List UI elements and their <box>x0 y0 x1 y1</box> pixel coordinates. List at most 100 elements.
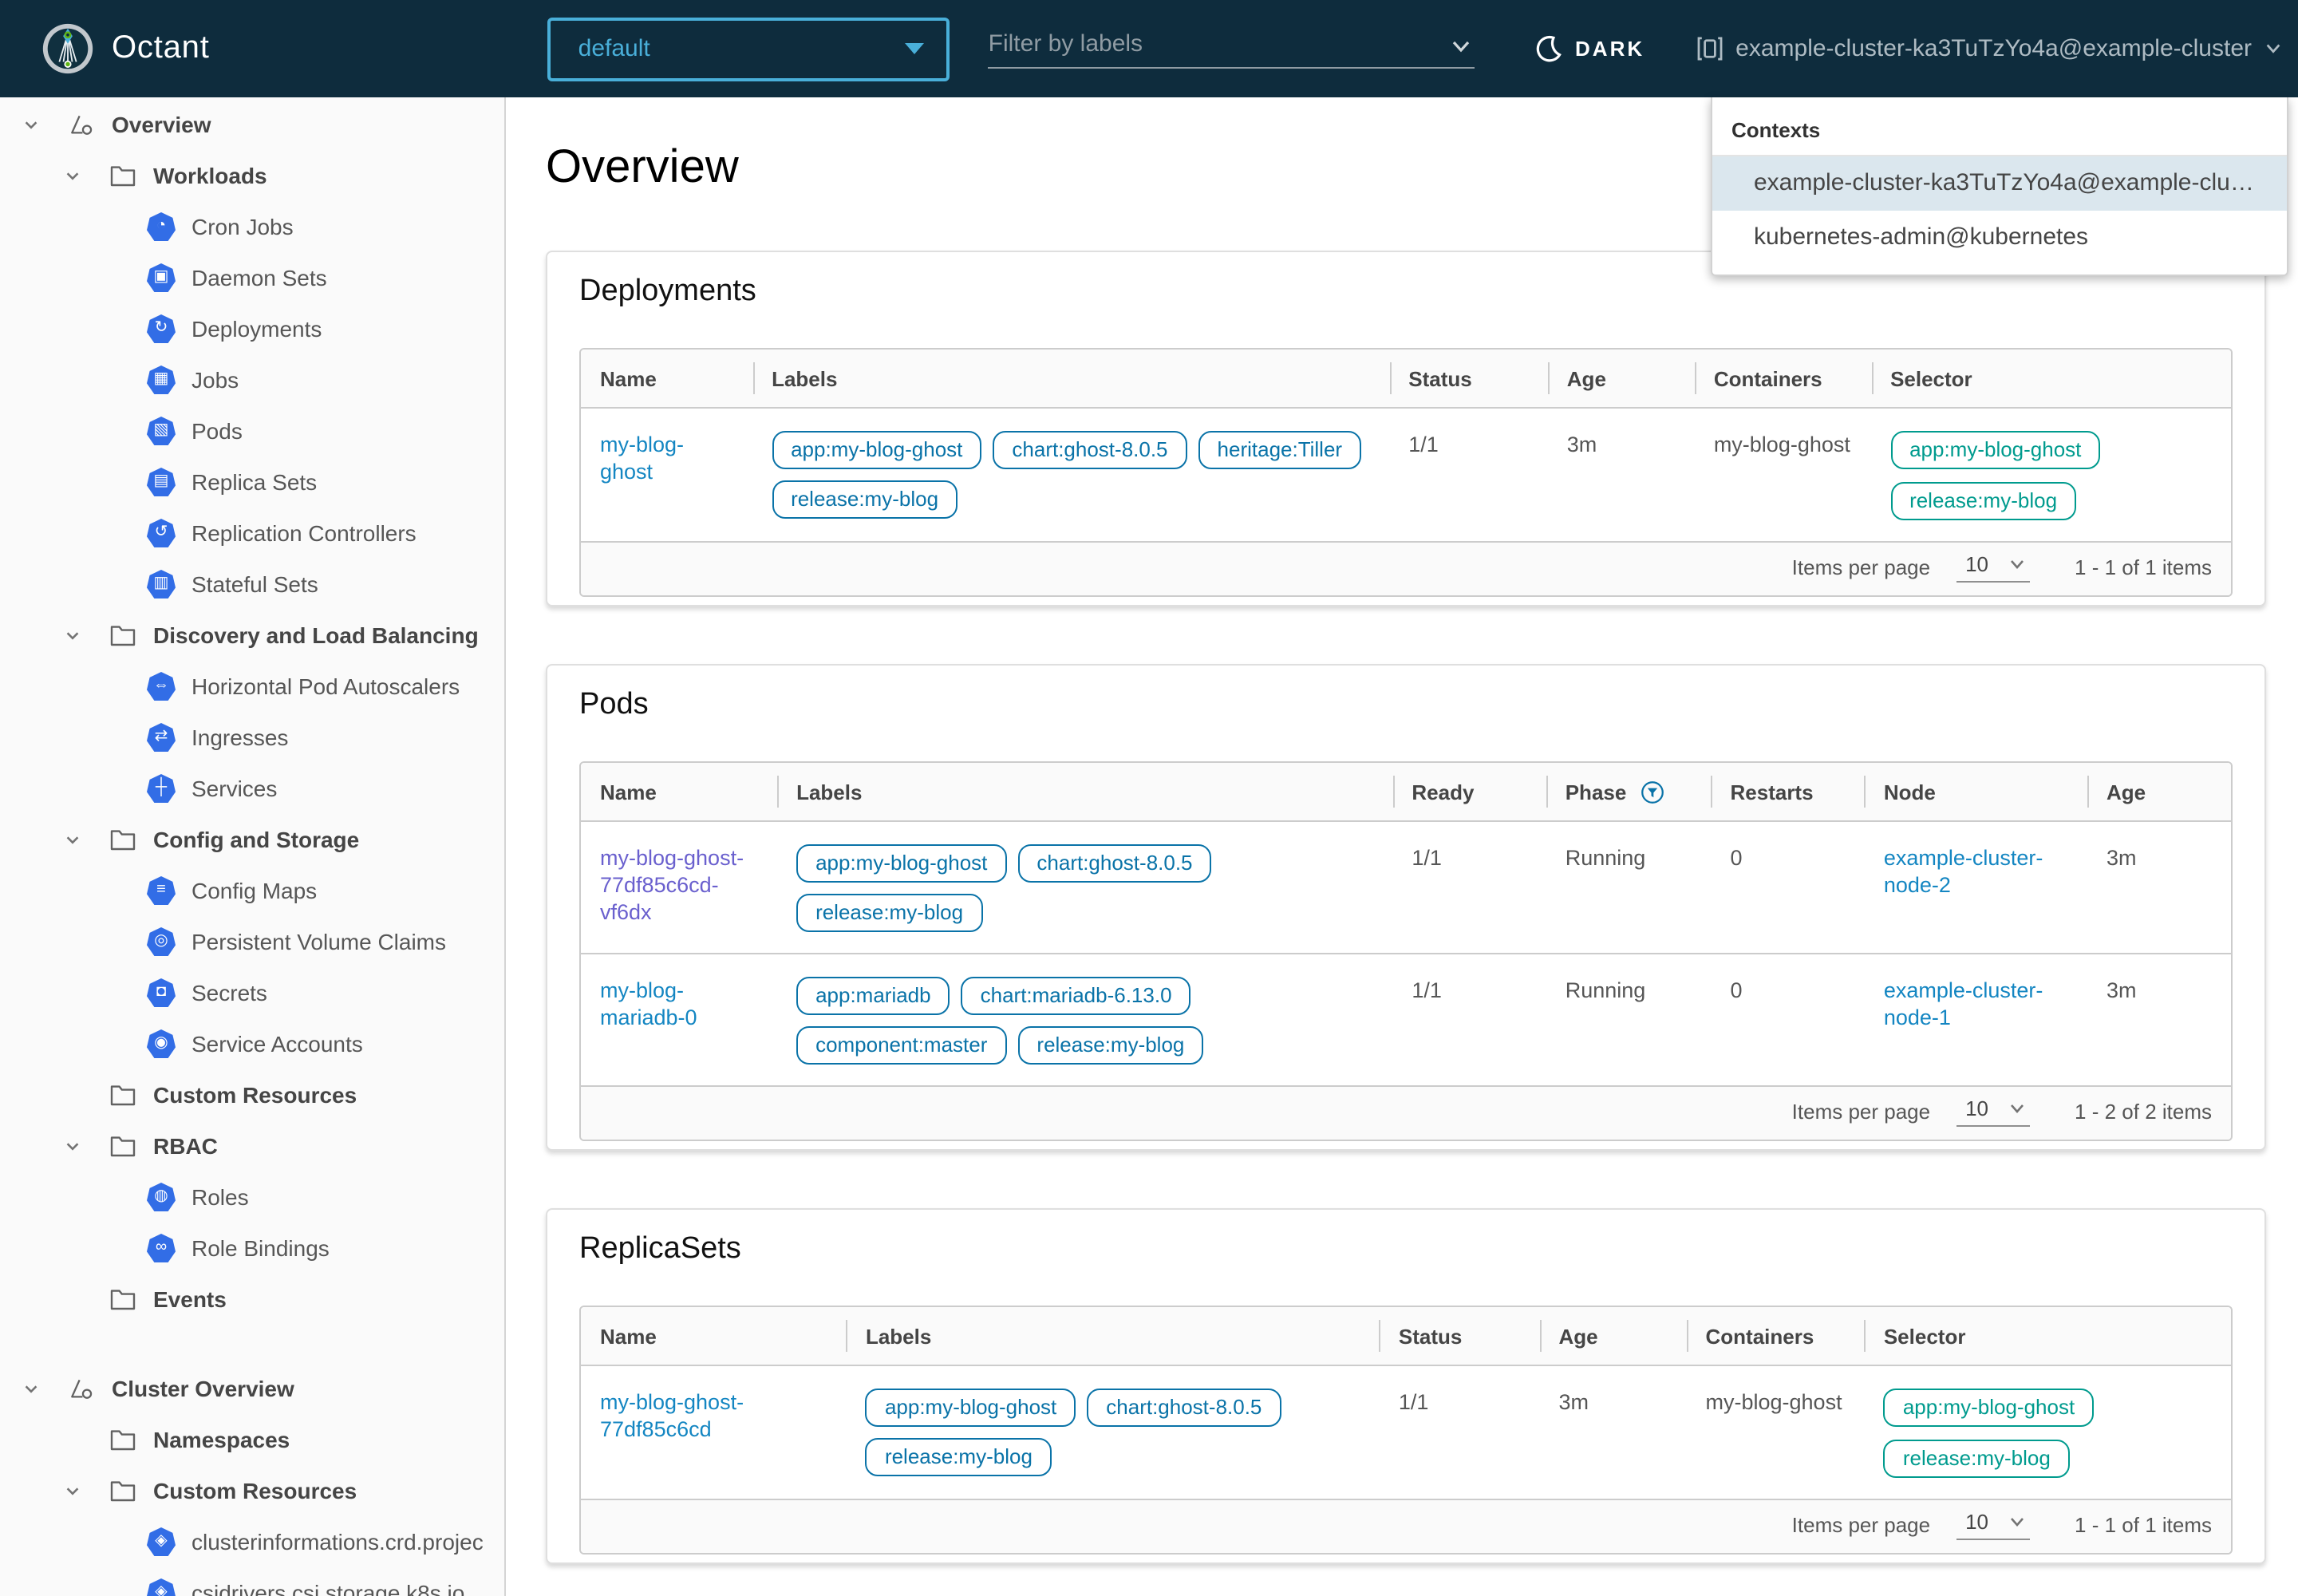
items-per-page-select[interactable]: 10 <box>1956 1096 2030 1127</box>
services-icon: ┼ <box>147 774 176 803</box>
table-footer: Items per page101 - 2 of 2 items <box>581 1085 2231 1140</box>
chevron-down-icon[interactable] <box>19 116 41 133</box>
card-replicasets: ReplicaSetsNameLabelsStatusAgeContainers… <box>546 1208 2266 1564</box>
octant-logo-icon <box>41 22 94 75</box>
sidebar-item-rbac[interactable]: RBAC <box>0 1120 504 1171</box>
sidebar-item-horizontal-pod-autoscalers[interactable]: ⇔Horizontal Pod Autoscalers <box>0 661 504 712</box>
chevron-down-icon[interactable] <box>61 167 83 184</box>
sidebar-item-jobs[interactable]: ▦Jobs <box>0 354 504 405</box>
sidebar-item-label: Roles <box>192 1184 249 1210</box>
sidebar-item-discovery-and-load-balancing[interactable]: Discovery and Load Balancing <box>0 610 504 661</box>
column-header-label: Selector <box>1884 1325 1966 1349</box>
sidebar-item-secrets[interactable]: ◘Secrets <box>0 967 504 1018</box>
sidebar-item-label: Cron Jobs <box>192 214 294 239</box>
sidebar-item-label: Namespaces <box>153 1427 290 1452</box>
cell-labels: app:my-blog-ghostchart:ghost-8.0.5herita… <box>752 409 1389 541</box>
sidebar-item-pods[interactable]: ▧Pods <box>0 405 504 456</box>
column-header-name: Name <box>581 1307 847 1365</box>
filter-icon[interactable] <box>1641 780 1664 804</box>
chevron-down-icon[interactable] <box>61 1482 83 1499</box>
column-header-label: Age <box>2106 780 2146 804</box>
sidebar-item-label: Config Maps <box>192 878 317 903</box>
resource-link[interactable]: my-blog-mariadb-0 <box>600 978 697 1029</box>
items-per-page-select[interactable]: 10 <box>1956 1510 2030 1540</box>
context-menu-item[interactable]: kubernetes-admin@kubernetes <box>1712 211 2287 265</box>
column-header-status: Status <box>1389 350 1548 407</box>
column-header-name: Name <box>581 763 777 820</box>
folder-icon <box>109 1476 137 1505</box>
sidebar-item-ingresses[interactable]: ⇄Ingresses <box>0 712 504 763</box>
chevron-down-icon[interactable] <box>61 1137 83 1155</box>
cell-selector: app:my-blog-ghostrelease:my-blog <box>1865 1366 2229 1499</box>
sidebar-item-daemon-sets[interactable]: ▣Daemon Sets <box>0 252 504 303</box>
cell-phase: Running <box>1546 954 1712 1085</box>
dark-mode-toggle[interactable]: DARK <box>1535 35 1645 62</box>
sidebar-item-replication-controllers[interactable]: ↺Replication Controllers <box>0 508 504 559</box>
section-title: Deployments <box>579 275 2233 310</box>
sidebar-item-clusterinformations-crd-projec[interactable]: ◈clusterinformations.crd.projec <box>0 1516 504 1567</box>
chevron-down-icon[interactable] <box>1451 38 1475 57</box>
cell-age: 3m <box>2087 822 2231 953</box>
sidebar-item-custom-resources[interactable]: Custom Resources <box>0 1465 504 1516</box>
sidebar-item-label: Config and Storage <box>153 827 359 852</box>
caret-down-icon <box>906 43 925 54</box>
daemon-sets-icon: ▣ <box>147 263 176 292</box>
app-title: Octant <box>112 30 210 67</box>
cell-text: Running <box>1566 846 1646 870</box>
chevron-down-icon[interactable] <box>19 1380 41 1397</box>
sidebar-item-persistent-volume-claims[interactable]: ◎Persistent Volume Claims <box>0 916 504 967</box>
sidebar-item-custom-resources[interactable]: Custom Resources <box>0 1069 504 1120</box>
sidebar-item-label: Secrets <box>192 980 267 1005</box>
cell-selector: app:my-blog-ghostrelease:my-blog <box>1871 409 2231 541</box>
context-switcher[interactable]: example-cluster-ka3TuTzYo4a@example-clus… <box>1696 35 2288 62</box>
label-chip: chart:ghost-8.0.5 <box>1087 1389 1281 1427</box>
sidebar-item-csidrivers-csi-storage-k8s-io[interactable]: ◈csidrivers.csi.storage.k8s.io <box>0 1567 504 1596</box>
sidebar-item-cron-jobs[interactable]: ◔Cron Jobs <box>0 201 504 252</box>
sidebar-item-namespaces[interactable]: Namespaces <box>0 1414 504 1465</box>
sidebar-item-label: Pods <box>192 418 243 444</box>
sidebar-item-stateful-sets[interactable]: ▥Stateful Sets <box>0 559 504 610</box>
sidebar-item-events[interactable]: Events <box>0 1274 504 1325</box>
sidebar-item-label: Custom Resources <box>153 1082 357 1108</box>
sidebar-item-label: Discovery and Load Balancing <box>153 622 479 648</box>
octant-app: Octant default DARK <box>0 0 2298 1596</box>
sidebar-item-config-maps[interactable]: ≡Config Maps <box>0 865 504 916</box>
resource-link[interactable]: example-cluster-node-1 <box>1884 978 2043 1029</box>
label-filter-input[interactable] <box>989 30 1451 57</box>
sidebar-item-replica-sets[interactable]: ▤Replica Sets <box>0 456 504 508</box>
cell-age: 3m <box>2087 954 2231 1085</box>
cell-text: 3m <box>1567 433 1597 456</box>
resource-link[interactable]: example-cluster-node-2 <box>1884 846 2043 897</box>
sidebar-item-overview[interactable]: Overview <box>0 99 504 150</box>
selector-chip: release:my-blog <box>1890 482 2076 520</box>
items-per-page-select[interactable]: 10 <box>1956 552 2030 583</box>
sidebar-item-label: RBAC <box>153 1133 218 1159</box>
chevron-down-icon[interactable] <box>61 831 83 848</box>
sidebar-item-label: Cluster Overview <box>112 1376 294 1401</box>
folder-icon <box>109 825 137 854</box>
label-chip: release:my-blog <box>1017 1026 1203 1065</box>
column-header-label: Status <box>1399 1325 1462 1349</box>
column-header-label: Age <box>1558 1325 1597 1349</box>
chevron-down-icon <box>2009 1515 2025 1528</box>
sidebar-item-services[interactable]: ┼Services <box>0 763 504 814</box>
cell-text: my-blog-ghost <box>1714 433 1850 456</box>
namespace-selector[interactable]: default <box>548 17 950 81</box>
column-header-containers: Containers <box>1695 350 1871 407</box>
sidebar-item-cluster-overview[interactable]: Cluster Overview <box>0 1363 504 1414</box>
resource-link[interactable]: my-blog-ghost <box>600 433 684 484</box>
sidebar-item-config-and-storage[interactable]: Config and Storage <box>0 814 504 865</box>
table-row: my-blog-ghost-77df85c6cd-vf6dxapp:my-blo… <box>581 820 2231 953</box>
column-header-label: Name <box>600 780 657 804</box>
resource-link[interactable]: my-blog-ghost-77df85c6cd-vf6dx <box>600 846 744 924</box>
sidebar-item-role-bindings[interactable]: ∞Role Bindings <box>0 1223 504 1274</box>
sidebar-item-deployments[interactable]: ↻Deployments <box>0 303 504 354</box>
sidebar-item-label: Jobs <box>192 367 239 393</box>
sidebar-item-service-accounts[interactable]: ◉Service Accounts <box>0 1018 504 1069</box>
sidebar-item-workloads[interactable]: Workloads <box>0 150 504 201</box>
sidebar-item-roles[interactable]: ◍Roles <box>0 1171 504 1223</box>
resource-link[interactable]: my-blog-ghost-77df85c6cd <box>600 1390 744 1441</box>
context-menu-item[interactable]: example-cluster-ka3TuTzYo4a@example-clu… <box>1712 156 2287 211</box>
chevron-down-icon[interactable] <box>61 626 83 644</box>
label-chip: chart:ghost-8.0.5 <box>993 431 1187 469</box>
